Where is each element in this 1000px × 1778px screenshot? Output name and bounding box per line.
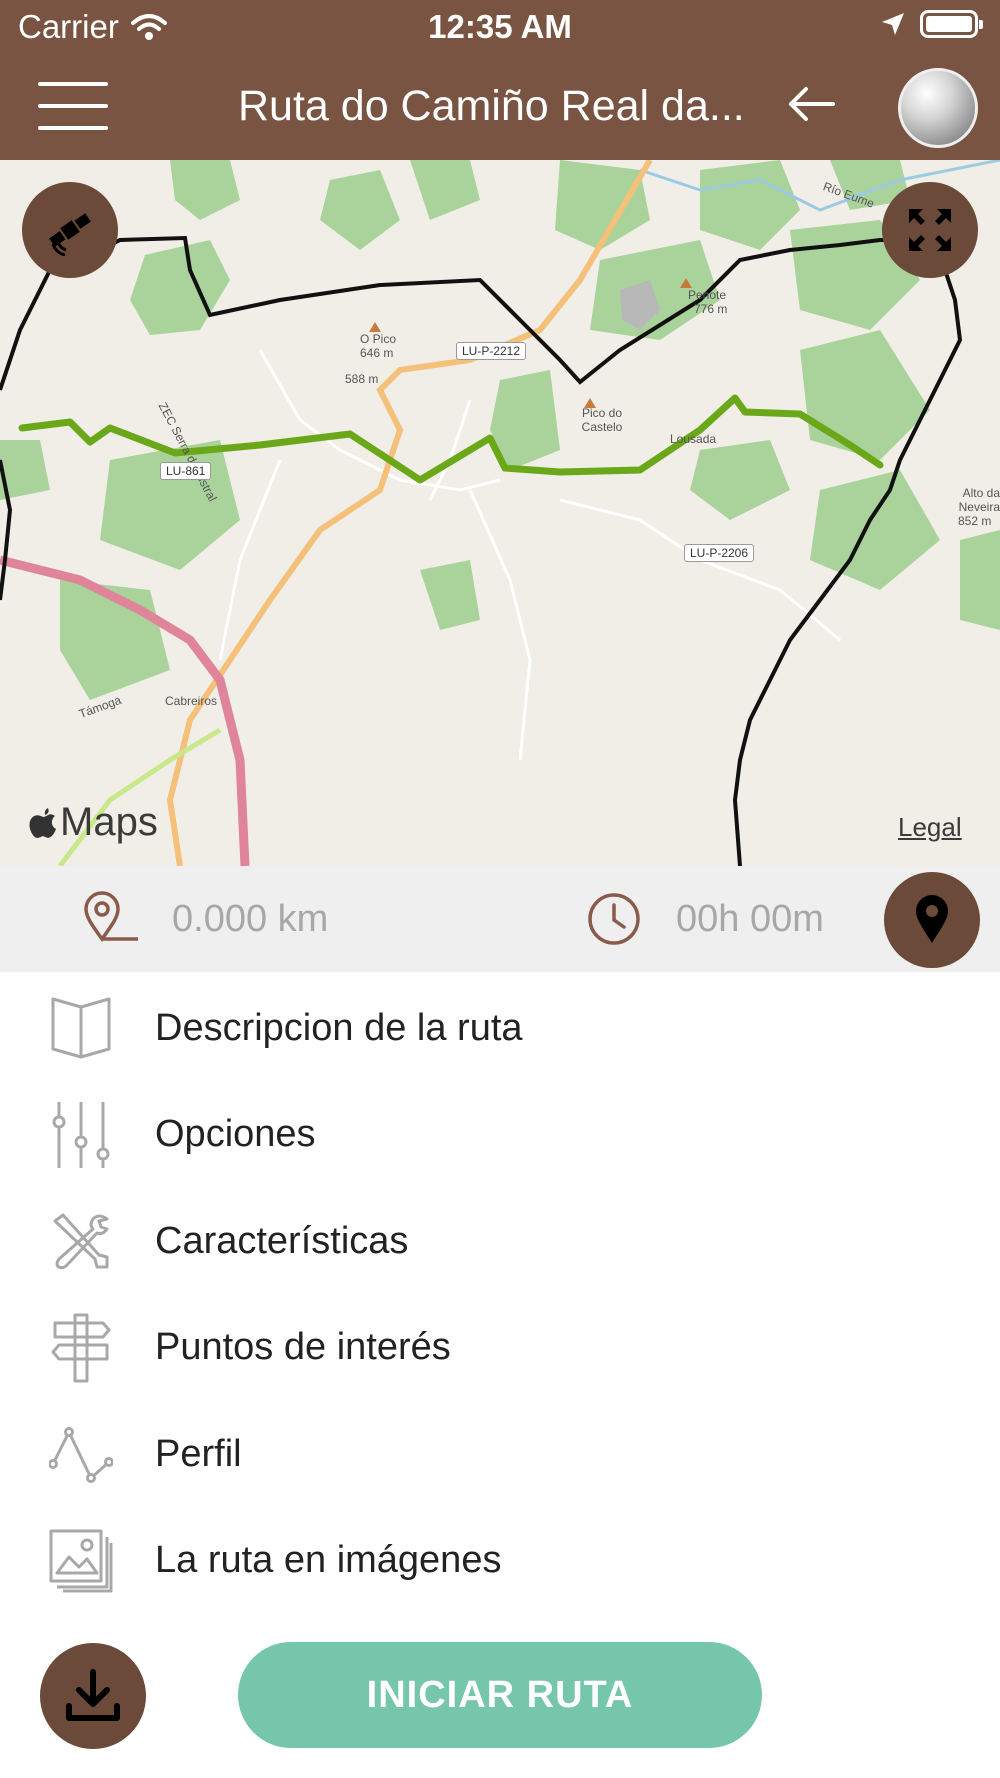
expand-arrows-icon bbox=[909, 209, 951, 251]
sliders-icon bbox=[48, 1099, 114, 1171]
tools-icon bbox=[48, 1205, 114, 1277]
distance-value: 0.000 km bbox=[172, 897, 329, 940]
status-time: 12:35 AM bbox=[428, 8, 572, 45]
app-header: Carrier 12:35 AM Ruta do Camiño Real da.… bbox=[0, 0, 1000, 160]
signpost-icon bbox=[48, 1312, 114, 1384]
duration-value: 00h 00m bbox=[676, 897, 824, 940]
map-label-cabreiros: Cabreiros bbox=[165, 694, 218, 708]
download-route-button[interactable] bbox=[40, 1643, 146, 1749]
road-badge-lu-p-2212: LU-P-2212 bbox=[456, 342, 527, 360]
menu-item-label: Descripcion de la ruta bbox=[155, 1006, 523, 1049]
menu-item-perfil[interactable]: Perfil bbox=[0, 1401, 1000, 1508]
forest-area bbox=[420, 560, 480, 630]
apple-maps-logo: Maps bbox=[28, 800, 158, 845]
map-pin-icon bbox=[916, 895, 948, 943]
location-pin-outline-icon bbox=[84, 891, 138, 943]
arrow-left-icon bbox=[789, 87, 835, 121]
menu-item-label: Características bbox=[155, 1219, 409, 1262]
map-canvas bbox=[0, 160, 1000, 866]
forest-area bbox=[320, 170, 400, 250]
map-label-lousada: Lousada bbox=[670, 432, 717, 446]
forest-area bbox=[170, 160, 240, 220]
forest-area bbox=[410, 160, 480, 220]
forest-area bbox=[100, 440, 240, 570]
legal-link[interactable]: Legal bbox=[898, 812, 962, 843]
minor-road bbox=[58, 727, 222, 866]
forest-area bbox=[700, 160, 800, 250]
menu-item-label: Perfil bbox=[155, 1432, 242, 1475]
menu-item-label: Puntos de interés bbox=[155, 1326, 451, 1369]
app-screen: Carrier 12:35 AM Ruta do Camiño Real da.… bbox=[0, 0, 1000, 1778]
distance-stat: 0.000 km bbox=[82, 866, 328, 972]
apple-logo-icon bbox=[29, 807, 56, 838]
menu-item-descripcion[interactable]: Descripcion de la ruta bbox=[0, 975, 1000, 1082]
map-label-o-pico: O Pico bbox=[360, 332, 397, 346]
page-title: Ruta do Camiño Real da... bbox=[238, 82, 745, 130]
menu-item-puntos-interes[interactable]: Puntos de interés bbox=[0, 1295, 1000, 1402]
map-label-o-pico-elev: 646 m bbox=[360, 346, 394, 360]
elevation-profile-icon bbox=[48, 1418, 114, 1490]
maps-label: Maps bbox=[60, 800, 158, 844]
satellite-view-button[interactable] bbox=[22, 182, 118, 278]
open-book-icon bbox=[48, 992, 114, 1064]
route-menu-list: Descripcion de la ruta Opciones Caracter… bbox=[0, 975, 1000, 1614]
satellite-icon bbox=[49, 213, 91, 256]
hamburger-menu-button[interactable] bbox=[38, 80, 110, 132]
menu-item-label: Opciones bbox=[155, 1113, 316, 1156]
clock-icon bbox=[588, 893, 640, 945]
fullscreen-button[interactable] bbox=[882, 182, 978, 278]
map-label-alto-neveira: Alto da Neveira bbox=[958, 486, 1000, 514]
route-stats-bar: 0.000 km 00h 00m bbox=[0, 866, 1000, 972]
menu-item-imagenes[interactable]: La ruta en imágenes bbox=[0, 1508, 1000, 1615]
map-label-elev: 588 m bbox=[345, 372, 379, 386]
status-right bbox=[880, 10, 983, 38]
forest-area bbox=[810, 470, 940, 590]
menu-item-label: La ruta en imágenes bbox=[155, 1539, 502, 1582]
locate-route-button[interactable] bbox=[884, 872, 980, 968]
map-label-penote-elev: 776 m bbox=[694, 302, 728, 316]
map-label-penote: Penote bbox=[688, 288, 727, 302]
forest-area bbox=[130, 240, 230, 335]
map-label-pico-do-castelo: Pico do Castelo bbox=[581, 406, 623, 434]
menu-item-caracteristicas[interactable]: Características bbox=[0, 1188, 1000, 1295]
back-arrow-button[interactable] bbox=[786, 84, 846, 132]
avatar[interactable] bbox=[898, 68, 978, 148]
location-arrow-icon bbox=[882, 13, 904, 35]
road-badge-lu-861: LU-861 bbox=[160, 462, 212, 480]
map-label-alto-neveira-elev: 852 m bbox=[958, 514, 992, 528]
route-map[interactable]: O Pico 646 m 588 m Pico do Castelo Penot… bbox=[0, 160, 1000, 866]
forest-area bbox=[960, 530, 1000, 630]
road-badge-lu-p-2206: LU-P-2206 bbox=[684, 544, 755, 562]
download-icon bbox=[66, 1669, 120, 1721]
minor-road bbox=[468, 489, 532, 761]
battery-icon bbox=[920, 10, 983, 38]
start-route-button[interactable]: INICIAR RUTA bbox=[238, 1642, 762, 1748]
duration-stat: 00h 00m bbox=[586, 866, 824, 972]
minor-road bbox=[559, 498, 841, 642]
menu-item-opciones[interactable]: Opciones bbox=[0, 1082, 1000, 1189]
forest-area bbox=[690, 440, 790, 520]
image-gallery-icon bbox=[48, 1525, 114, 1597]
